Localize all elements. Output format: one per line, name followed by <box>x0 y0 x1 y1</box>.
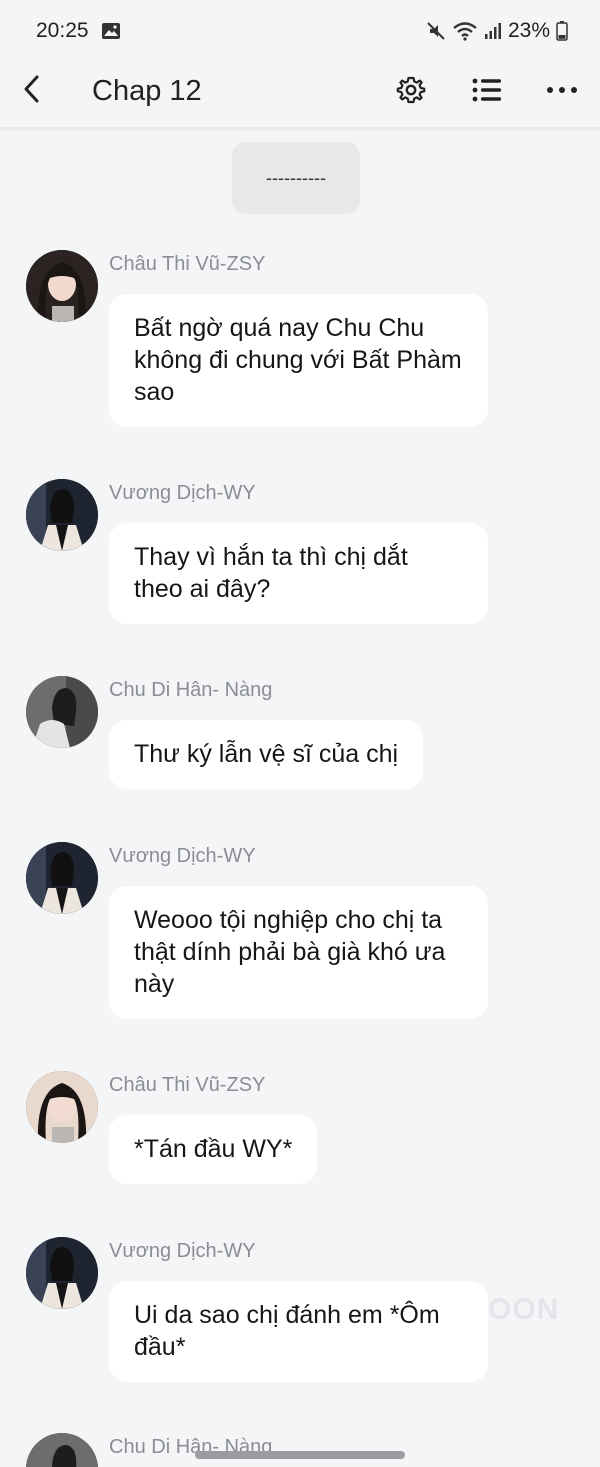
sender-name: Vương Dịch-WY <box>109 1240 256 1262</box>
avatar[interactable] <box>26 1071 98 1143</box>
battery-percentage: 23% <box>507 19 550 42</box>
avatar[interactable] <box>26 479 98 551</box>
avatar-image <box>26 676 98 748</box>
message-bubble[interactable]: Bất ngờ quá nay Chu Chu không đi chung v… <box>109 294 488 427</box>
sender-name: Châu Thi Vũ-ZSY <box>109 1074 266 1096</box>
sender-name: Vương Dịch-WY <box>109 845 256 867</box>
sender-name: Chu Di Hân- Nàng <box>109 679 273 701</box>
sender-name: Vương Dịch-WY <box>109 482 256 504</box>
message-bubble[interactable]: Thay vì hắn ta thì chị dắt theo ai đây? <box>109 523 488 624</box>
list-icon <box>472 78 501 102</box>
back-button[interactable] <box>14 72 48 106</box>
avatar-image <box>26 842 98 914</box>
status-time: 20:25 <box>36 19 89 42</box>
home-indicator[interactable] <box>195 1451 405 1459</box>
back-arrow-icon <box>24 75 39 103</box>
avatar-image <box>26 250 98 322</box>
avatar[interactable] <box>26 1237 98 1309</box>
avatar-image <box>26 1071 98 1143</box>
watermark-logo: OON <box>488 1293 560 1326</box>
sender-name: Châu Thi Vũ-ZSY <box>109 253 266 275</box>
section-divider: ---------- <box>232 142 360 214</box>
signal-icon <box>484 23 501 39</box>
chat-content[interactable]: ---------- Châu Thi Vũ-ZSY Bất ngờ quá n… <box>0 128 600 1467</box>
gallery-icon <box>102 23 120 39</box>
chapter-list-button[interactable] <box>467 70 507 110</box>
battery-icon <box>556 21 568 41</box>
settings-button[interactable] <box>391 70 431 110</box>
avatar[interactable] <box>26 676 98 748</box>
avatar-image <box>26 1433 98 1467</box>
more-icon <box>547 87 577 93</box>
status-icons: 23% <box>426 19 568 43</box>
message-bubble[interactable]: *Tán đầu WY* <box>109 1115 318 1184</box>
avatar[interactable] <box>26 1433 98 1467</box>
avatar-image <box>26 479 98 551</box>
avatar[interactable] <box>26 842 98 914</box>
mute-icon <box>427 22 445 40</box>
app-bar: Chap 12 <box>0 62 600 128</box>
more-options-button[interactable] <box>542 70 582 110</box>
chapter-title: Chap 12 <box>92 75 202 107</box>
message-bubble[interactable]: Weooo tội nghiệp cho chị ta thật dính ph… <box>109 886 488 1019</box>
wifi-icon <box>453 22 477 41</box>
avatar[interactable] <box>26 250 98 322</box>
message-bubble[interactable]: Thư ký lẫn vệ sĩ của chị <box>109 720 424 789</box>
status-bar: 20:25 23% <box>0 0 600 62</box>
avatar-image <box>26 1237 98 1309</box>
message-bubble[interactable]: Ui da sao chị đánh em *Ôm đầu* <box>109 1281 488 1382</box>
gear-icon <box>396 76 426 104</box>
